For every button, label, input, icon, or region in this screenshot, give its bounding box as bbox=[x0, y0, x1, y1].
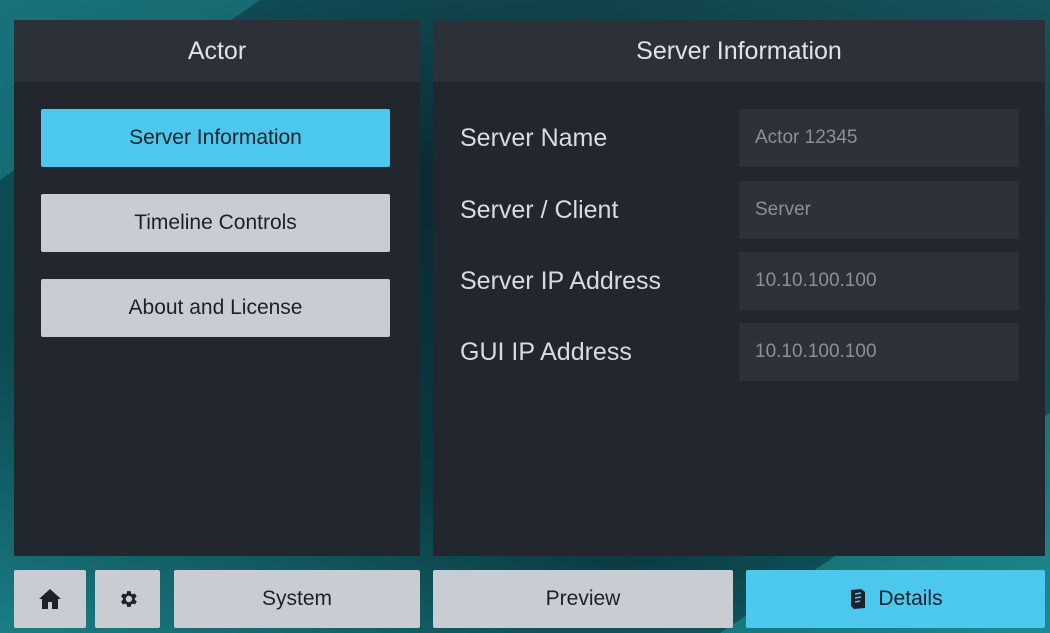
menu-item-label: Timeline Controls bbox=[134, 211, 297, 234]
gui-ip-label: GUI IP Address bbox=[460, 337, 632, 366]
home-icon bbox=[38, 588, 62, 610]
server-ip-field: 10.10.100.100 bbox=[739, 252, 1019, 310]
details-icon bbox=[848, 588, 868, 610]
menu-item-about-and-license[interactable]: About and License bbox=[41, 279, 390, 337]
menu-item-label: About and License bbox=[128, 296, 303, 319]
details-label: Details bbox=[878, 587, 943, 610]
actor-panel: Actor Server Information Timeline Contro… bbox=[14, 20, 420, 556]
server-name-label: Server Name bbox=[460, 123, 608, 152]
gear-icon bbox=[117, 588, 139, 610]
system-label: System bbox=[261, 587, 332, 610]
server-client-field: Server bbox=[739, 181, 1019, 239]
preview-button[interactable]: Preview bbox=[433, 570, 733, 628]
gui-ip-field: 10.10.100.100 bbox=[739, 323, 1019, 381]
server-information-panel: Server Information Server Name Actor 123… bbox=[433, 20, 1045, 556]
actor-panel-title: Actor bbox=[14, 20, 420, 82]
preview-label: Preview bbox=[545, 587, 621, 610]
menu-item-timeline-controls[interactable]: Timeline Controls bbox=[41, 194, 390, 252]
server-ip-label: Server IP Address bbox=[460, 266, 662, 295]
server-client-label: Server / Client bbox=[460, 195, 619, 224]
menu-item-label: Server Information bbox=[129, 126, 302, 149]
settings-button[interactable] bbox=[95, 570, 160, 628]
details-button[interactable]: Details bbox=[746, 570, 1045, 628]
server-name-field: Actor 12345 bbox=[739, 109, 1019, 167]
menu-item-server-information[interactable]: Server Information bbox=[41, 109, 390, 167]
system-button[interactable]: System bbox=[174, 570, 420, 628]
server-information-title: Server Information bbox=[433, 20, 1045, 82]
home-button[interactable] bbox=[14, 570, 86, 628]
